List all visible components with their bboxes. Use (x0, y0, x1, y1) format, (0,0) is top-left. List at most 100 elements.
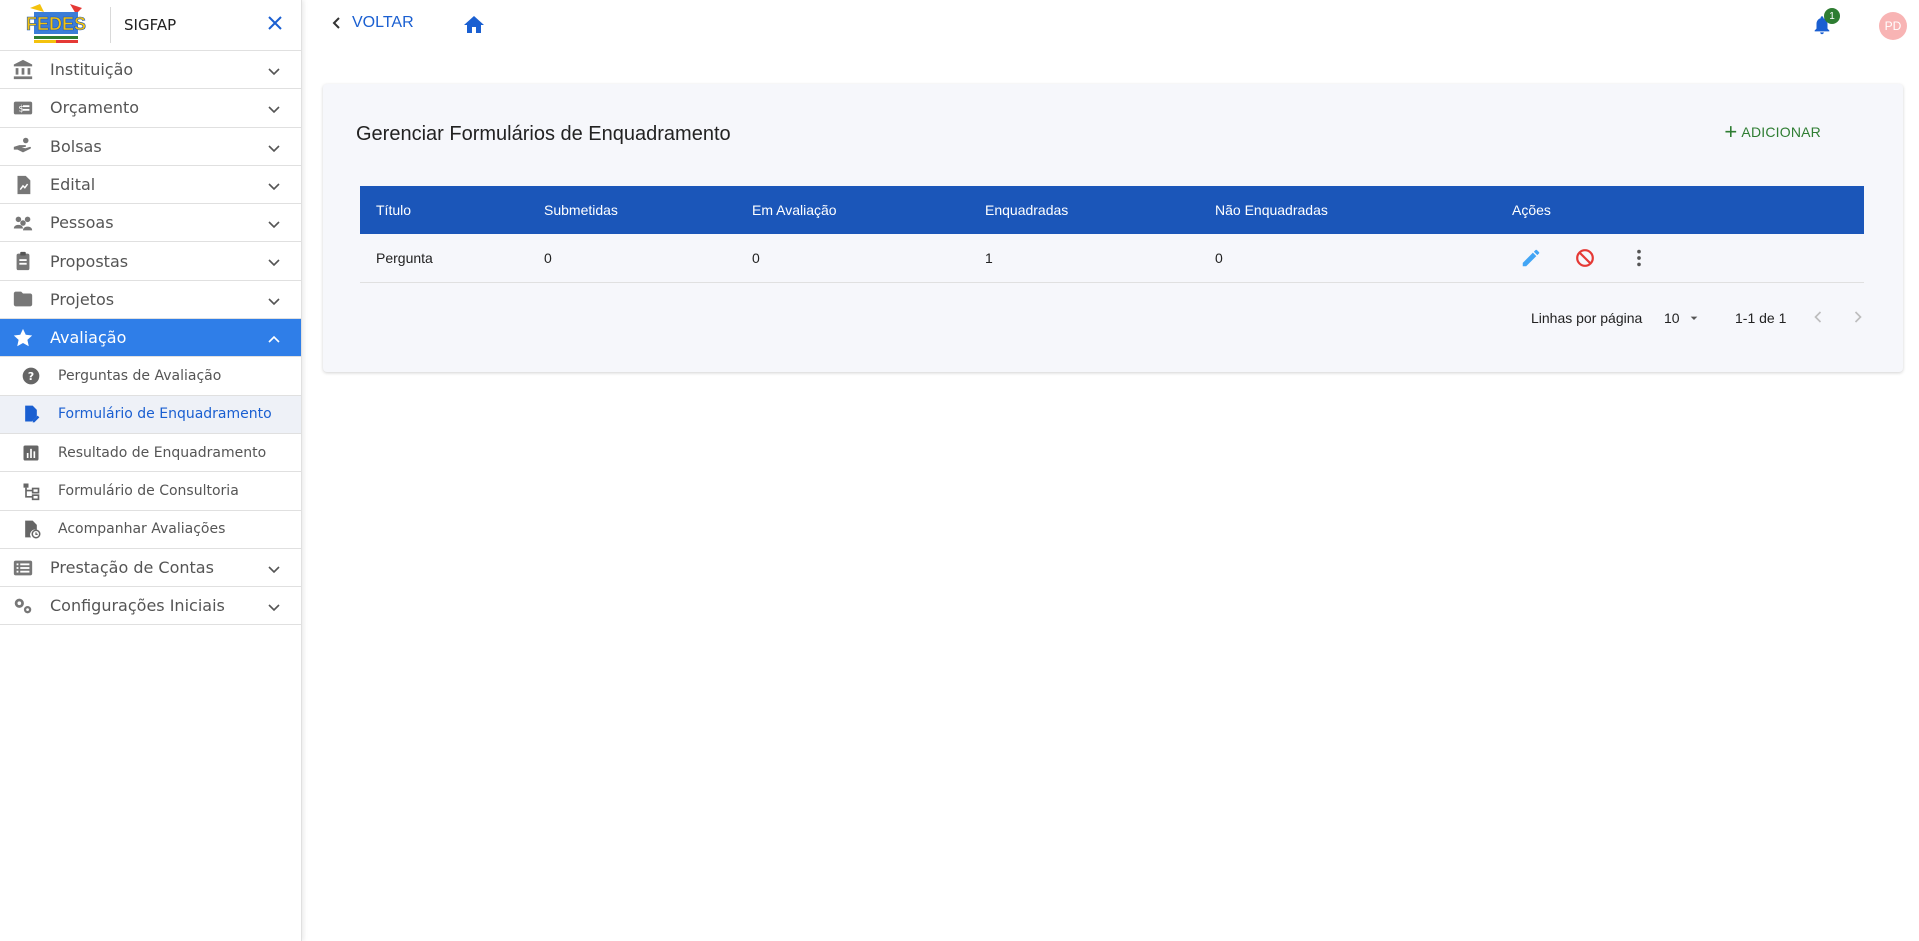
pagination: Linhas por página 10 1-1 de 1 (323, 307, 1903, 327)
sidebar-item-avaliacao[interactable]: Avaliação (0, 319, 301, 358)
back-button[interactable]: VOLTAR (332, 14, 414, 32)
page-title: Gerenciar Formulários de Enquadramento (356, 123, 731, 145)
document-chart-icon (12, 174, 34, 196)
table-header: Título Submetidas Em Avaliação Enquadrad… (360, 186, 1864, 234)
col-enquadradas[interactable]: Enquadradas (985, 202, 1068, 218)
sidebar-item-label: Projetos (50, 289, 115, 309)
col-acoes: Ações (1512, 202, 1551, 218)
dropdown-arrow-icon (1690, 316, 1697, 320)
chevron-down-icon (268, 259, 280, 267)
sidebar-item-bolsas[interactable]: Bolsas (0, 128, 301, 166)
sidebar-item-pessoas[interactable]: Pessoas (0, 204, 301, 243)
sidebar-subitem-label: Perguntas de Avaliação (58, 368, 222, 385)
file-edit-icon (21, 404, 41, 424)
sidebar-subnav: ? Perguntas de Avaliação Formulário de Enq… (0, 357, 301, 549)
sidebar-item-label: Configurações Iniciais (50, 596, 225, 616)
chevron-left-icon (1814, 311, 1822, 323)
sidebar-subitem-formulario-de-enquadramento[interactable]: Formulário de Enquadramento (0, 395, 301, 434)
col-nao-enquadradas[interactable]: Não Enquadradas (1215, 202, 1328, 218)
chevron-down-icon (268, 566, 280, 573)
file-clock-icon (21, 519, 41, 539)
col-titulo[interactable]: Título (376, 202, 411, 218)
more-vert-icon (1637, 249, 1641, 267)
app-name: SIGFAP (124, 16, 177, 34)
sidebar-subitem-formulario-de-consultoria[interactable]: Formulário de Consultoria (0, 472, 301, 511)
chevron-right-icon (1854, 311, 1862, 323)
chevron-left-icon (332, 17, 340, 29)
expand-toggle[interactable] (267, 600, 281, 618)
more-options-button[interactable] (1628, 247, 1650, 272)
sidebar-subitem-acompanhar-avaliacoes[interactable]: Acompanhar Avaliações (0, 511, 301, 549)
sidebar-subitem-label: Resultado de Enquadramento (58, 444, 267, 461)
block-icon (1576, 249, 1594, 267)
sidebar-item-edital[interactable]: Edital (0, 166, 301, 205)
header-divider (110, 7, 111, 43)
hand-coin-icon (12, 135, 34, 157)
sidebar-subitem-label: Formulário de Consultoria (58, 482, 239, 499)
sidebar-subitem-perguntas-de-avaliacao[interactable]: ? Perguntas de Avaliação (0, 357, 301, 396)
chevron-down-icon (268, 68, 280, 76)
folder-icon (12, 288, 34, 310)
sidebar-item-orcamento[interactable]: $ Orçamento (0, 89, 301, 128)
chevron-down-icon (268, 298, 280, 305)
add-label: ADICIONAR (1741, 124, 1821, 140)
home-button[interactable] (462, 13, 486, 42)
sidebar-item-label: Propostas (50, 251, 129, 271)
content-card: Gerenciar Formulários de Enquadramento +… (323, 84, 1903, 372)
page-range: 1-1 de 1 (1735, 310, 1787, 326)
expand-toggle[interactable] (267, 332, 281, 350)
people-icon (12, 212, 34, 234)
sidebar-item-propostas[interactable]: Propostas (0, 242, 301, 281)
cell-enquadradas: 1 (985, 250, 993, 266)
sidebar-subitem-resultado-de-enquadramento[interactable]: Resultado de Enquadramento (0, 434, 301, 473)
sidebar-item-label: Instituição (50, 60, 134, 80)
chevron-down-icon (268, 145, 280, 152)
expand-toggle[interactable] (267, 562, 281, 580)
sidebar: FEDES SIGFAP Instituição $ Orçamento Bolsas… (0, 0, 302, 941)
sidebar-item-label: Orçamento (50, 98, 140, 118)
bank-icon (12, 59, 34, 81)
cell-titulo: Pergunta (376, 250, 433, 266)
expand-toggle[interactable] (267, 102, 281, 120)
bar-chart-icon (21, 443, 41, 463)
svg-text:FEDES: FEDES (26, 14, 86, 34)
col-submetidas[interactable]: Submetidas (544, 202, 618, 218)
chevron-down-icon (268, 604, 280, 612)
sidebar-item-prestacao-de-contas[interactable]: Prestação de Contas (0, 549, 301, 588)
expand-toggle[interactable] (267, 64, 281, 82)
expand-toggle[interactable] (267, 217, 281, 235)
sidebar-item-configuracoes-iniciais[interactable]: Configurações Iniciais (0, 587, 301, 626)
cell-em-avaliacao: 0 (752, 250, 760, 266)
edit-button[interactable] (1520, 247, 1542, 272)
sidebar-nav: Instituição $ Orçamento Bolsas Edital Pessoas… (0, 51, 301, 358)
expand-toggle[interactable] (267, 179, 281, 197)
cell-submetidas: 0 (544, 250, 552, 266)
chevron-down-icon (268, 106, 280, 114)
col-em-avaliacao[interactable]: Em Avaliação (752, 202, 837, 218)
chevron-up-icon (268, 335, 280, 343)
expand-toggle[interactable] (267, 294, 281, 312)
chevron-down-icon (268, 221, 280, 229)
expand-toggle[interactable] (267, 141, 281, 159)
prev-page-button[interactable] (1808, 307, 1828, 330)
expand-toggle[interactable] (267, 255, 281, 273)
gears-icon (12, 595, 34, 617)
next-page-button[interactable] (1848, 307, 1868, 330)
close-sidebar-button[interactable] (267, 13, 283, 37)
sidebar-header: FEDES SIGFAP (0, 0, 301, 51)
table-row: Pergunta 0 0 1 0 (360, 234, 1864, 283)
disable-button[interactable] (1574, 247, 1596, 272)
list-icon (12, 557, 34, 579)
question-icon: ? (21, 366, 41, 386)
user-avatar[interactable]: PD (1879, 12, 1907, 40)
sidebar-item-instituicao[interactable]: Instituição (0, 51, 301, 90)
rows-per-page-select[interactable]: 10 (1664, 310, 1702, 326)
budget-icon: $ (12, 97, 34, 119)
sidebar-item-label: Bolsas (50, 136, 102, 156)
topbar: VOLTAR 1 PD (302, 0, 1919, 51)
sidebar-item-projetos[interactable]: Projetos (0, 281, 301, 320)
sidebar-item-label: Pessoas (50, 213, 114, 233)
add-button[interactable]: + ADICIONAR (1724, 121, 1821, 143)
svg-text:?: ? (28, 370, 34, 383)
sidebar-nav-bottom: Prestação de Contas Configurações Iniciai… (0, 549, 301, 626)
